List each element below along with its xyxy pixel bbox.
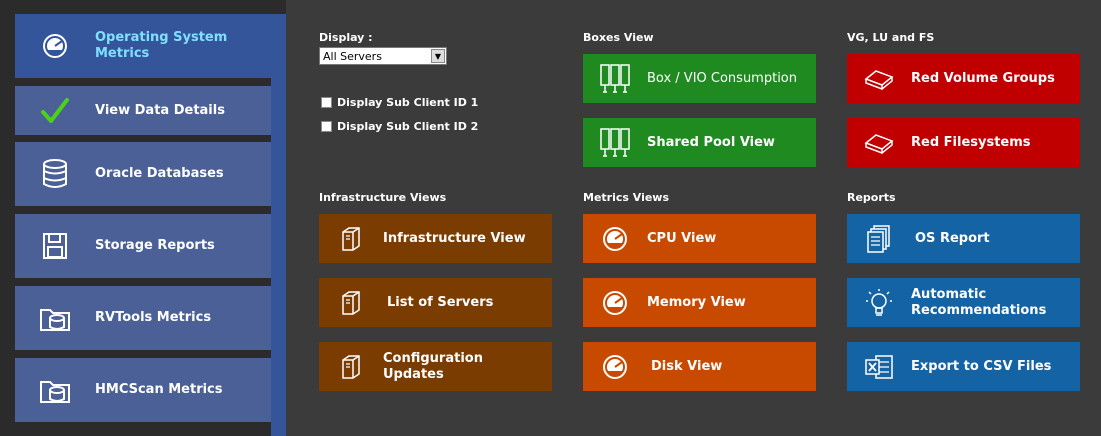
tile-label: Disk View xyxy=(651,358,723,374)
excel-file-icon xyxy=(847,352,911,382)
disk-view-button[interactable]: Disk View xyxy=(583,342,816,391)
sidebar-item-label: Oracle Databases xyxy=(95,166,224,181)
sidebar-rail xyxy=(271,14,286,436)
subclient2-checkbox[interactable]: Display Sub Client ID 2 xyxy=(321,120,478,133)
boxes-view-title: Boxes View xyxy=(583,31,654,44)
tile-label: Shared Pool View xyxy=(647,134,775,150)
display-label: Display : xyxy=(319,31,373,44)
os-report-button[interactable]: OS Report xyxy=(847,214,1080,263)
server-rack-icon xyxy=(583,126,647,160)
configuration-updates-button[interactable]: Configuration Updates xyxy=(319,342,552,391)
server-icon xyxy=(319,226,383,252)
tile-label: Memory View xyxy=(647,294,746,310)
infrastructure-views-title: Infrastructure Views xyxy=(319,191,447,204)
documents-icon xyxy=(847,224,911,254)
shared-pool-view-button[interactable]: Shared Pool View xyxy=(583,118,816,167)
tile-label: List of Servers xyxy=(387,294,494,310)
tile-label: OS Report xyxy=(915,230,990,246)
sidebar-item-label: Operating System Metrics xyxy=(95,30,228,61)
lightbulb-icon xyxy=(847,287,911,319)
infrastructure-view-button[interactable]: Infrastructure View xyxy=(319,214,552,263)
tile-label: CPU View xyxy=(647,230,717,246)
checkbox-box[interactable] xyxy=(321,121,332,132)
tile-label: Red Filesystems xyxy=(911,134,1031,150)
chevron-down-icon[interactable]: ▼ xyxy=(431,49,445,63)
sidebar-item-label: HMCScan Metrics xyxy=(95,382,223,397)
sidebar-item-oracle-databases[interactable]: Oracle Databases xyxy=(15,142,271,206)
red-filesystems-button[interactable]: Red Filesystems xyxy=(847,118,1080,167)
checkbox-label: Display Sub Client ID 2 xyxy=(337,120,479,133)
tile-label: Infrastructure View xyxy=(383,230,526,246)
sidebar-item-view-data-details[interactable]: View Data Details xyxy=(15,86,271,135)
tile-label: Export to CSV Files xyxy=(911,358,1052,374)
sidebar-item-hmcscan-metrics[interactable]: HMCScan Metrics xyxy=(15,358,271,422)
folder-database-icon xyxy=(15,376,95,404)
checkmark-icon xyxy=(15,97,95,125)
cpu-view-button[interactable]: CPU View xyxy=(583,214,816,263)
folder-database-icon xyxy=(15,304,95,332)
server-rack-icon xyxy=(583,62,647,96)
tile-label: Configuration Updates xyxy=(383,350,483,382)
display-selected-value: All Servers xyxy=(323,50,382,63)
tile-label: Box / VIO Consumption xyxy=(647,70,798,86)
reports-title: Reports xyxy=(847,191,896,204)
gauge-icon xyxy=(15,31,95,61)
tile-label: Red Volume Groups xyxy=(911,70,1055,86)
hard-drive-icon xyxy=(847,67,911,91)
display-select[interactable]: All Servers ▼ xyxy=(319,47,447,65)
gauge-icon xyxy=(583,352,647,382)
red-volume-groups-button[interactable]: Red Volume Groups xyxy=(847,54,1080,103)
checkbox-label: Display Sub Client ID 1 xyxy=(337,96,479,109)
vg-lu-fs-title: VG, LU and FS xyxy=(847,31,935,44)
box-vio-consumption-button[interactable]: Box / VIO Consumption xyxy=(583,54,816,103)
memory-view-button[interactable]: Memory View xyxy=(583,278,816,327)
gauge-icon xyxy=(583,288,647,318)
sidebar-item-label: RVTools Metrics xyxy=(95,310,212,325)
sidebar-item-label: View Data Details xyxy=(95,102,225,118)
sidebar-item-label: Storage Reports xyxy=(95,238,215,253)
checkbox-box[interactable] xyxy=(321,97,332,108)
export-to-csv-files-button[interactable]: Export to CSV Files xyxy=(847,342,1080,391)
database-icon xyxy=(15,159,95,189)
hard-drive-icon xyxy=(847,131,911,155)
sidebar-item-rvtools-metrics[interactable]: RVTools Metrics xyxy=(15,286,271,350)
server-icon xyxy=(319,290,383,316)
server-icon xyxy=(319,354,383,380)
metrics-views-title: Metrics Views xyxy=(583,191,670,204)
sidebar: Operating System Metrics View Data Detai… xyxy=(0,0,286,436)
subclient1-checkbox[interactable]: Display Sub Client ID 1 xyxy=(321,96,478,109)
list-of-servers-button[interactable]: List of Servers xyxy=(319,278,552,327)
tile-label: Automatic Recommendations xyxy=(911,286,1047,318)
sidebar-item-operating-system-metrics[interactable]: Operating System Metrics xyxy=(15,14,271,78)
sidebar-item-storage-reports[interactable]: Storage Reports xyxy=(15,214,271,278)
automatic-recommendations-button[interactable]: Automatic Recommendations xyxy=(847,278,1080,327)
floppy-disk-icon xyxy=(15,232,95,260)
gauge-icon xyxy=(583,224,647,254)
